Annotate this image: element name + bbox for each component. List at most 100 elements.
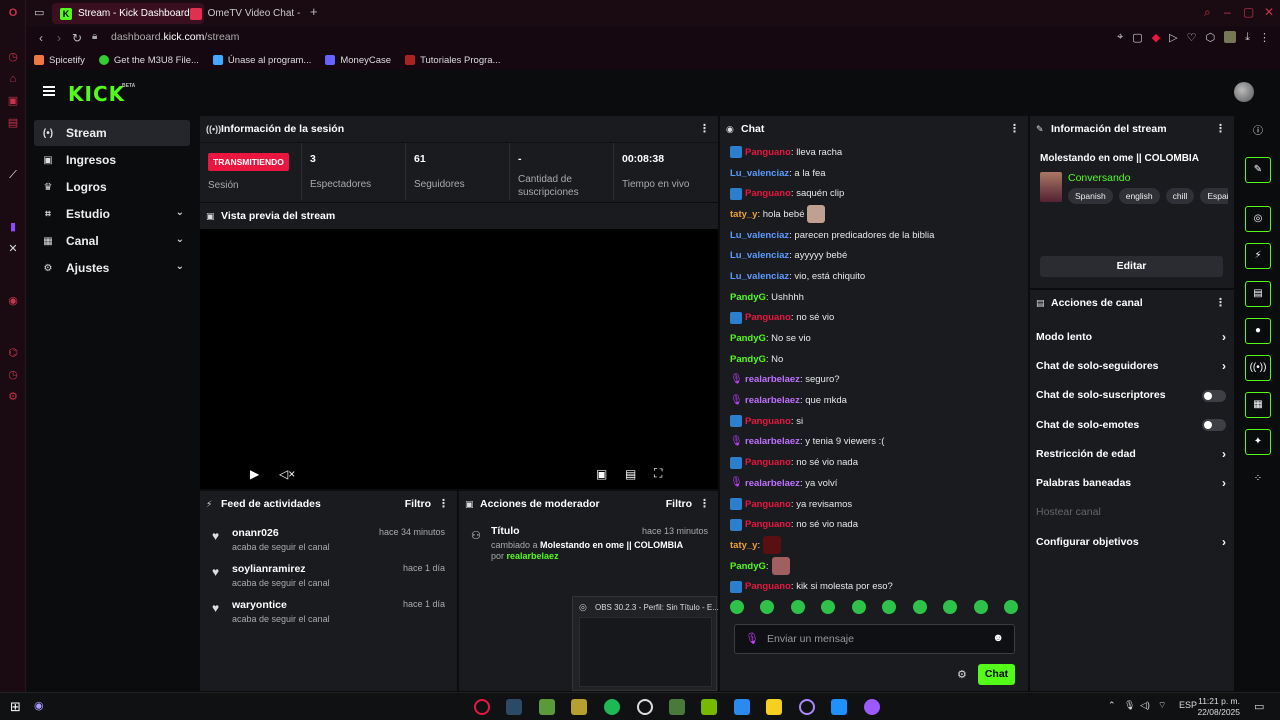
kick-app-icon[interactable]: ⟋ bbox=[6, 168, 20, 182]
app-taskbar-icon[interactable] bbox=[506, 699, 522, 715]
language-indicator[interactable]: ESP bbox=[1179, 700, 1197, 710]
bookmark-item[interactable]: Spicetify bbox=[34, 55, 85, 66]
emote-icon[interactable] bbox=[821, 600, 836, 614]
copilot-icon[interactable]: ◉ bbox=[34, 699, 44, 712]
clock-icon[interactable]: ◷ bbox=[6, 368, 20, 382]
more-options-icon[interactable]: ⋮ bbox=[699, 497, 710, 510]
chat-bubble-icon[interactable]: ● bbox=[1245, 318, 1271, 344]
bookmark-item[interactable]: Get the M3U8 File... bbox=[98, 55, 199, 66]
toggle-switch[interactable] bbox=[1202, 418, 1226, 431]
fullscreen-icon[interactable]: ⛶ bbox=[654, 466, 662, 481]
layout-icon[interactable]: ▦ bbox=[1245, 392, 1271, 418]
settings-icon[interactable]: ⚙ bbox=[6, 390, 20, 404]
chat-username[interactable]: realarbelaez bbox=[745, 395, 800, 406]
chat-username[interactable]: realarbelaez bbox=[745, 374, 800, 385]
chat-username[interactable]: Panguano bbox=[745, 188, 791, 199]
video-player[interactable]: ▶ ◁× ▣ ▤ ⛶ bbox=[200, 229, 718, 489]
x-icon[interactable]: ✕ bbox=[6, 242, 20, 256]
volume-icon[interactable]: ◁) bbox=[1140, 700, 1150, 711]
chat-username[interactable]: PandyG bbox=[730, 292, 766, 303]
camera-icon[interactable]: ◎ bbox=[1245, 206, 1271, 232]
forward-icon[interactable]: › bbox=[50, 31, 68, 45]
pip-icon[interactable]: ▣ bbox=[596, 467, 607, 481]
more-options-icon[interactable]: ⋮ bbox=[1009, 122, 1020, 135]
sidebar-icon-1[interactable]: ◷ bbox=[6, 50, 20, 64]
chat-username[interactable]: Panguano bbox=[745, 457, 791, 468]
app-taskbar-icon[interactable] bbox=[734, 699, 750, 715]
theater-icon[interactable]: ▤ bbox=[625, 467, 636, 481]
play-icon[interactable]: ▶ bbox=[250, 467, 259, 481]
taskbar-preview-popup[interactable]: ◎ OBS 30.2.3 - Perfil: Sin Título - E... bbox=[572, 596, 719, 691]
chat-username[interactable]: PandyG bbox=[730, 561, 766, 572]
chat-username[interactable]: Panguano bbox=[745, 519, 791, 530]
tag[interactable]: Spanish bbox=[1068, 188, 1113, 204]
sidebar-icon-6[interactable]: ⌬ bbox=[6, 346, 20, 360]
chat-username[interactable]: Panguano bbox=[745, 416, 791, 427]
nav-item-ajustes[interactable]: ⚙ Ajustes ⌄ bbox=[34, 255, 190, 281]
sidebar-icon-5[interactable]: ◉ bbox=[6, 294, 20, 308]
avatar[interactable] bbox=[1234, 82, 1254, 102]
emote-icon[interactable] bbox=[882, 600, 897, 614]
download-icon[interactable]: ⤓ bbox=[1245, 31, 1250, 44]
chat-username[interactable]: Panguano bbox=[745, 147, 791, 158]
pin-icon[interactable]: ⌖ bbox=[1117, 31, 1123, 44]
filter-button[interactable]: Filtro bbox=[666, 498, 692, 510]
player-icon[interactable]: ▷ bbox=[1169, 31, 1177, 44]
emote-icon[interactable] bbox=[760, 600, 775, 614]
tag[interactable]: chill bbox=[1165, 188, 1195, 204]
kick-logo[interactable]: KICK bbox=[68, 82, 125, 106]
menu-icon[interactable]: ⋮ bbox=[1259, 31, 1270, 44]
nvidia-taskbar-icon[interactable] bbox=[701, 699, 717, 715]
emote-icon[interactable] bbox=[973, 600, 988, 614]
tab-menu-icon[interactable]: ▭ bbox=[34, 6, 44, 19]
more-options-icon[interactable]: ⋮ bbox=[438, 497, 449, 510]
maximize-icon[interactable]: ▢ bbox=[1243, 5, 1254, 19]
apps-icon[interactable]: ⁘ bbox=[1245, 467, 1271, 493]
hamburger-menu-icon[interactable] bbox=[43, 86, 55, 96]
emote-icon[interactable] bbox=[730, 600, 744, 614]
toggle-switch[interactable] bbox=[1202, 389, 1226, 402]
more-options-icon[interactable]: ⋮ bbox=[699, 122, 710, 135]
action-restriccion-edad[interactable]: Restricción de edad › bbox=[1030, 439, 1234, 468]
chat-username[interactable]: Lu_valenciaz bbox=[730, 271, 789, 282]
emote-icon[interactable] bbox=[943, 600, 958, 614]
chat-username[interactable]: Lu_valenciaz bbox=[730, 230, 789, 241]
chat-username[interactable]: Lu_valenciaz bbox=[730, 250, 789, 261]
new-tab-icon[interactable]: + bbox=[310, 4, 318, 19]
twitch-icon[interactable]: ▮ bbox=[6, 220, 20, 234]
bolt-icon[interactable]: ⚡︎ bbox=[1245, 243, 1271, 269]
tag[interactable]: english bbox=[1118, 188, 1160, 204]
snapshot-icon[interactable]: ▢ bbox=[1132, 31, 1142, 44]
minimize-icon[interactable]: – bbox=[1224, 5, 1231, 19]
edit-icon[interactable]: ✎ bbox=[1245, 157, 1271, 183]
mic-tray-icon[interactable]: 🎙︎ bbox=[1124, 700, 1135, 711]
app-taskbar-icon[interactable] bbox=[799, 699, 815, 715]
bookmark-item[interactable]: Únase al program... bbox=[212, 55, 311, 66]
action-solo-seguidores[interactable]: Chat de solo-seguidores › bbox=[1030, 351, 1234, 380]
sidebar-icon-3[interactable]: ▣ bbox=[6, 94, 20, 108]
opera-taskbar-icon[interactable] bbox=[474, 699, 490, 715]
app-taskbar-icon[interactable] bbox=[669, 699, 685, 715]
action-configurar-objetivos[interactable]: Configurar objetivos › bbox=[1030, 527, 1234, 556]
tray-chevron-icon[interactable]: ⌃ bbox=[1108, 700, 1116, 711]
emote-icon[interactable] bbox=[1003, 600, 1018, 614]
category-link[interactable]: Conversando bbox=[1068, 172, 1130, 184]
search-icon[interactable]: ⌕ bbox=[1204, 5, 1211, 20]
mute-icon[interactable]: ◁× bbox=[279, 467, 295, 481]
bookmark-item[interactable]: MoneyCase bbox=[325, 55, 391, 66]
profile-icon[interactable] bbox=[1224, 31, 1237, 43]
heart-icon[interactable]: ♡ bbox=[1187, 31, 1197, 44]
more-options-icon[interactable]: ⋮ bbox=[1215, 296, 1226, 309]
broadcast-icon[interactable]: ((•)) bbox=[1245, 355, 1271, 381]
sidebar-icon-2[interactable]: ⌂ bbox=[6, 72, 20, 86]
chat-settings-icon[interactable]: ⚙ bbox=[957, 668, 967, 681]
sidebar-icon-4[interactable]: ▤ bbox=[6, 116, 20, 130]
emote-icon[interactable] bbox=[912, 600, 927, 614]
app-taskbar-icon[interactable] bbox=[864, 699, 880, 715]
extensions-icon[interactable]: ⬡ bbox=[1206, 31, 1216, 44]
chat-username[interactable]: Panguano bbox=[745, 581, 791, 592]
tag[interactable]: Españo bbox=[1200, 188, 1228, 204]
info-icon[interactable]: ⓘ bbox=[1245, 120, 1271, 146]
chat-input[interactable] bbox=[767, 631, 987, 647]
vpn-icon[interactable]: ◆ bbox=[1152, 31, 1160, 44]
